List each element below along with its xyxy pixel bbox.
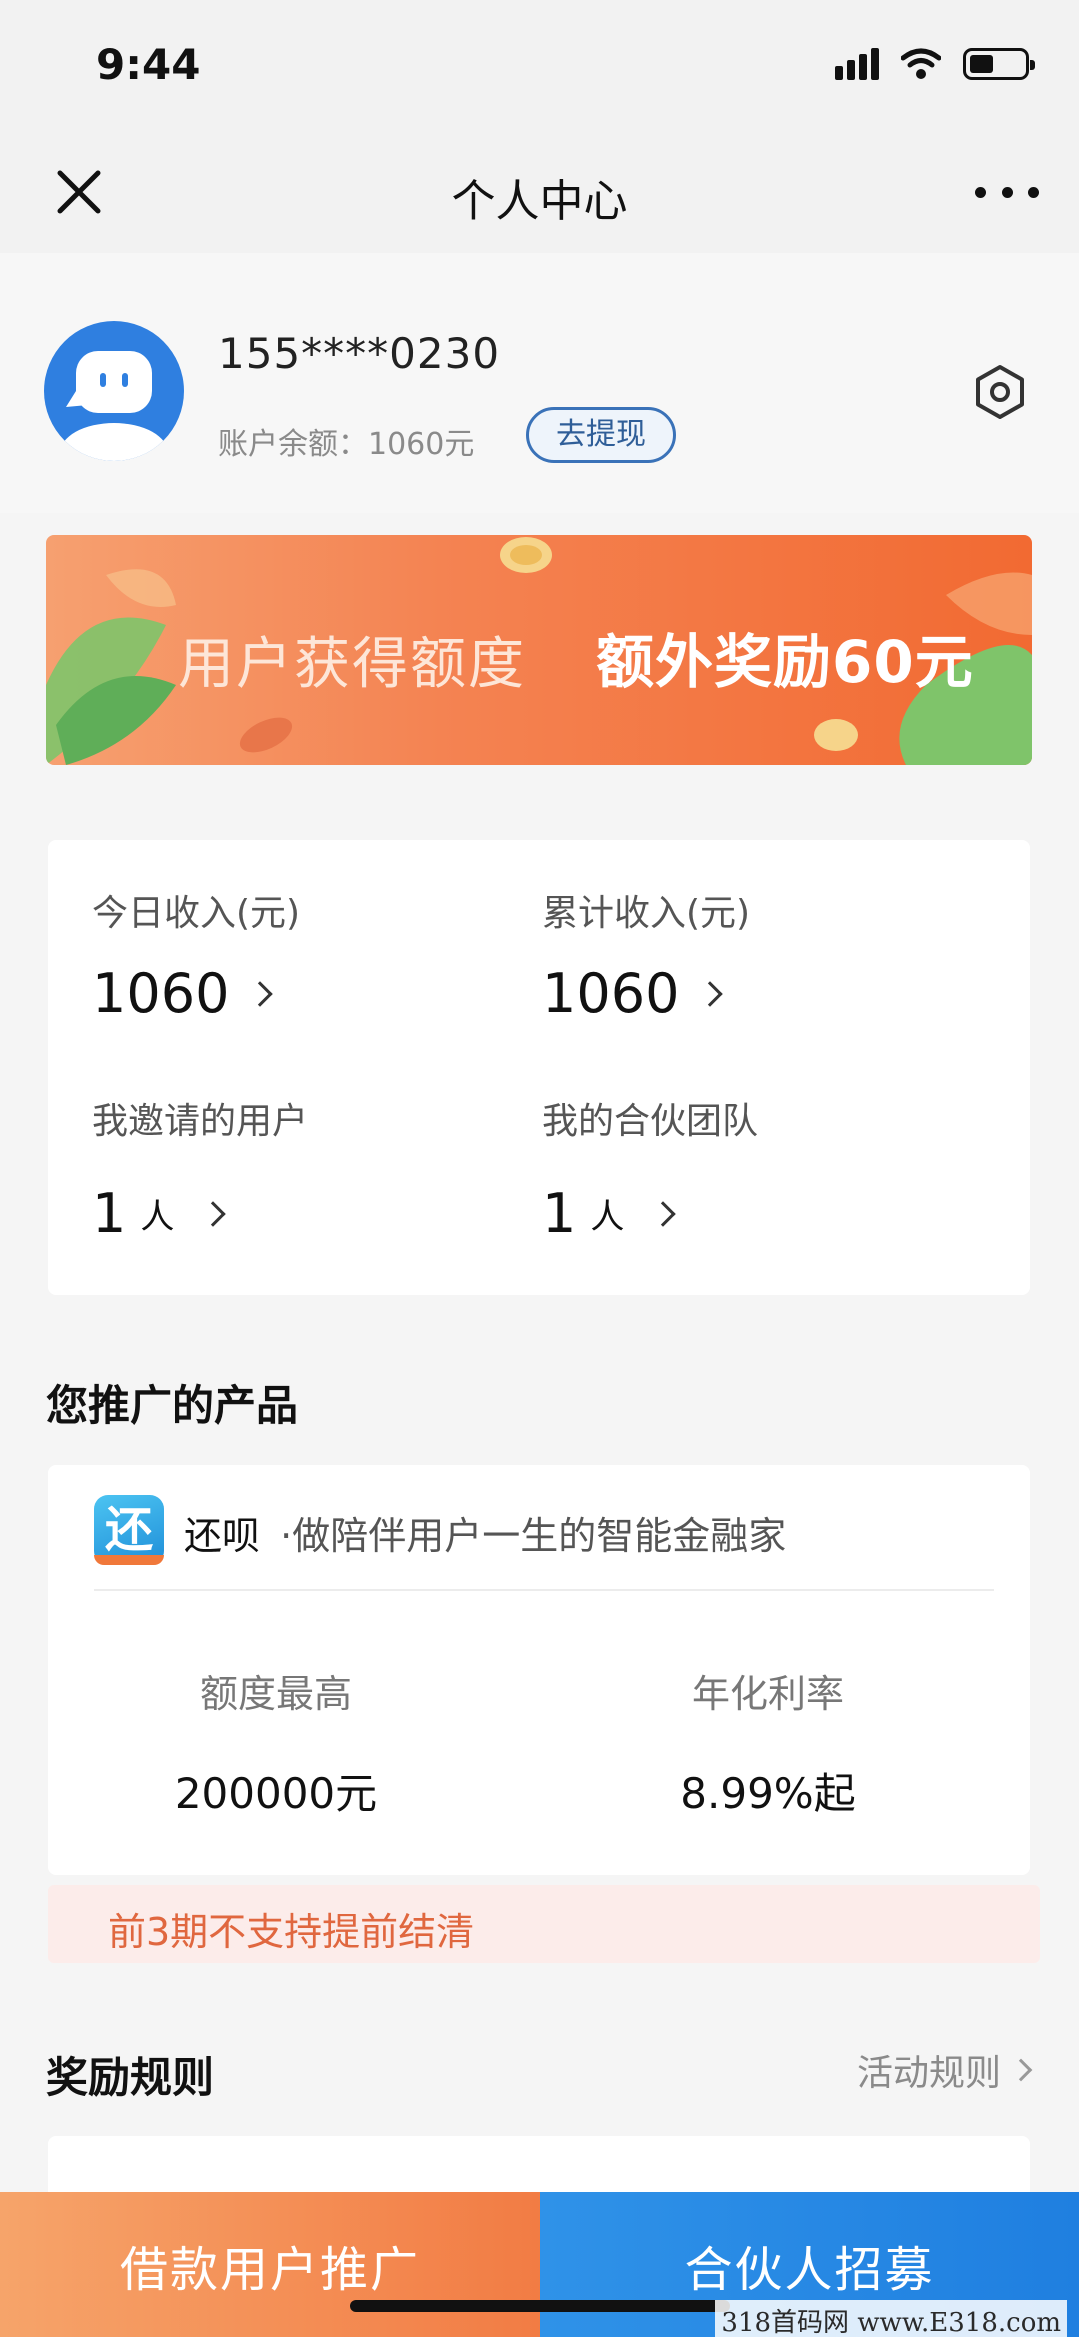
activity-rules-label: 活动规则 <box>856 2053 1001 2094</box>
partner-team-value: 1 <box>542 1182 577 1245</box>
notice-text: 前3期不支持提前结清 <box>108 1910 475 1954</box>
max-credit-metric: 额度最高 200000元 <box>96 1663 456 1821</box>
banner-headline: 用户获得额度 <box>178 632 526 697</box>
product-card[interactable]: 还 还呗 ·做陪伴用户一生的智能金融家 额度最高 200000元 年化利率 8.… <box>48 1465 1030 1875</box>
invited-users-unit: 人 <box>140 1197 175 1237</box>
invited-users-value: 1 <box>92 1182 127 1245</box>
balance-value: 1060元 <box>368 427 475 462</box>
status-bar: 9:44 <box>0 0 1079 135</box>
invited-users-stat[interactable]: 我邀请的用户 1 人 <box>92 1092 308 1245</box>
product-name: 还呗 <box>184 1514 261 1558</box>
settings-icon[interactable] <box>971 363 1029 421</box>
promo-banner[interactable]: 用户获得额度 额外奖励60元 <box>46 535 1032 765</box>
home-indicator[interactable] <box>350 2300 730 2312</box>
total-income-value: 1060 <box>542 962 680 1025</box>
wifi-icon <box>901 48 941 79</box>
nav-bar: 个人中心 <box>0 135 1079 253</box>
income-stats-card: 今日收入(元) 1060 累计收入(元) 1060 我邀请的用户 1 人 我的合… <box>48 840 1030 1295</box>
watermark: 318首码网 www.E318.com <box>715 2300 1067 2337</box>
signal-icon <box>835 48 879 80</box>
banner-bonus: 额外奖励60元 <box>596 628 974 696</box>
borrower-promotion-button[interactable]: 借款用户推广 <box>0 2192 540 2337</box>
avatar-icon <box>60 351 168 461</box>
withdraw-button[interactable]: 去提现 <box>526 407 676 463</box>
page: 9:44 个人中心 155****0230 账户余额：1060元 去提现 用户获… <box>0 0 1079 2337</box>
notice-bar: 前3期不支持提前结清 <box>48 1885 1040 1963</box>
divider <box>94 1589 994 1591</box>
chevron-right-icon <box>650 1200 677 1227</box>
promoted-products-heading: 您推广的产品 <box>46 1381 299 1430</box>
balance-label: 账户余额： <box>218 427 368 462</box>
account-balance: 账户余额：1060元 <box>218 419 474 463</box>
chevron-right-icon <box>200 1200 227 1227</box>
status-icons <box>835 48 1035 80</box>
avatar[interactable] <box>44 321 184 461</box>
chevron-right-icon <box>1009 2058 1033 2082</box>
annual-rate-metric: 年化利率 8.99%起 <box>588 1663 948 1821</box>
partner-team-unit: 人 <box>590 1197 625 1237</box>
page-title: 个人中心 <box>451 176 628 227</box>
total-income-stat[interactable]: 累计收入(元) 1060 <box>542 884 750 1025</box>
activity-rules-link[interactable]: 活动规则 <box>856 2044 1033 2096</box>
status-time: 9:44 <box>96 40 201 89</box>
today-income-label: 今日收入(元) <box>92 893 301 934</box>
chevron-right-icon <box>697 980 724 1007</box>
product-slogan: ·做陪伴用户一生的智能金融家 <box>280 1514 787 1558</box>
product-logo: 还 <box>94 1495 164 1565</box>
today-income-stat[interactable]: 今日收入(元) 1060 <box>92 884 300 1025</box>
metric-value: 8.99%起 <box>680 1769 856 1818</box>
more-icon[interactable] <box>975 165 1039 219</box>
reward-rules-heading: 奖励规则 <box>46 2053 215 2102</box>
metric-value: 200000元 <box>174 1769 378 1818</box>
partner-team-label: 我的合伙团队 <box>542 1101 759 1142</box>
total-income-label: 累计收入(元) <box>542 893 751 934</box>
metric-label: 年化利率 <box>691 1672 844 1716</box>
chevron-right-icon <box>247 980 274 1007</box>
invited-users-label: 我邀请的用户 <box>92 1101 309 1142</box>
profile-header: 155****0230 账户余额：1060元 去提现 <box>0 253 1079 513</box>
today-income-value: 1060 <box>92 962 230 1025</box>
battery-icon <box>963 48 1035 80</box>
product-title: 还呗 ·做陪伴用户一生的智能金融家 <box>184 1505 786 1560</box>
phone-number: 155****0230 <box>218 329 501 378</box>
metric-label: 额度最高 <box>199 1672 352 1716</box>
partner-team-stat[interactable]: 我的合伙团队 1 人 <box>542 1092 758 1245</box>
